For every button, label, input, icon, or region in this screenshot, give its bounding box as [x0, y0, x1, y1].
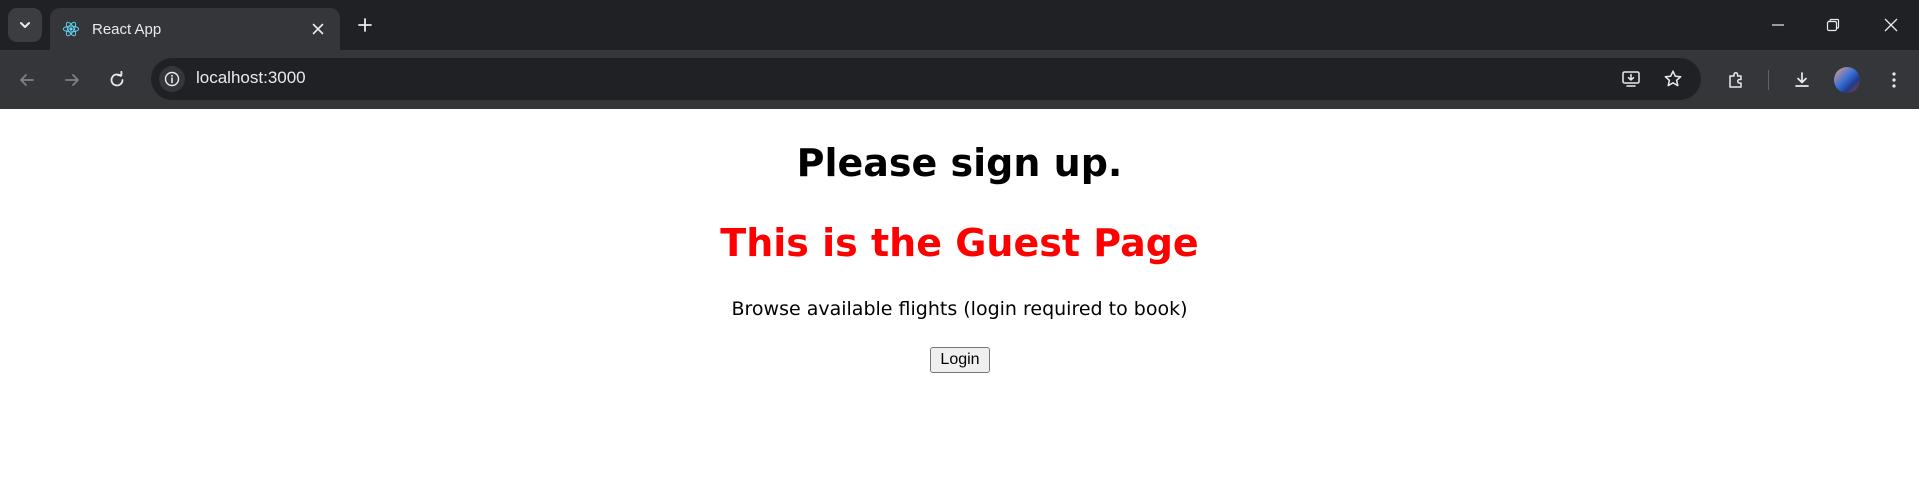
toolbar-divider: [1768, 70, 1769, 90]
signup-heading: Please sign up.: [796, 141, 1123, 185]
plus-icon: [358, 18, 372, 32]
minimize-icon: [1772, 24, 1784, 26]
back-button[interactable]: [11, 64, 43, 96]
page-content: Please sign up. This is the Guest Page B…: [0, 109, 1919, 490]
forward-button[interactable]: [56, 64, 88, 96]
tab-strip: React App: [0, 0, 1919, 50]
site-info-button[interactable]: [159, 66, 185, 92]
avatar[interactable]: [1834, 67, 1860, 93]
browser-toolbar: localhost:3000: [0, 50, 1919, 109]
close-window-button[interactable]: [1871, 8, 1911, 42]
install-app-button[interactable]: [1616, 64, 1646, 94]
react-icon: [62, 20, 80, 38]
install-icon: [1622, 71, 1640, 87]
minimize-button[interactable]: [1758, 8, 1798, 42]
browser-tab[interactable]: React App: [50, 8, 340, 50]
tab-close-button[interactable]: [306, 17, 330, 41]
new-tab-button[interactable]: [352, 12, 378, 38]
close-icon: [1884, 18, 1898, 32]
arrow-right-icon: [65, 74, 79, 86]
arrow-left-icon: [20, 74, 34, 86]
restore-icon: [1826, 18, 1840, 32]
kebab-menu-icon: [1892, 72, 1896, 88]
browse-flights-text: Browse available flights (login required…: [731, 298, 1188, 320]
bookmark-button[interactable]: [1658, 64, 1688, 94]
reload-icon: [110, 71, 124, 87]
puzzle-icon: [1729, 71, 1742, 88]
info-icon: [164, 71, 180, 87]
tab-search-button[interactable]: [8, 8, 42, 42]
login-button[interactable]: Login: [930, 347, 990, 373]
close-icon: [312, 23, 324, 35]
url-text[interactable]: localhost:3000: [196, 68, 306, 88]
guest-page-heading: This is the Guest Page: [720, 221, 1199, 265]
browser-chrome: React App localhost:3000: [0, 0, 1919, 109]
star-icon: [1664, 70, 1682, 87]
tab-title: React App: [92, 20, 162, 38]
download-icon: [1795, 72, 1809, 87]
extensions-button[interactable]: [1720, 64, 1752, 96]
chevron-down-icon: [20, 22, 30, 28]
browser-menu-button[interactable]: [1878, 64, 1910, 96]
reload-button[interactable]: [101, 64, 133, 96]
downloads-button[interactable]: [1786, 64, 1818, 96]
restore-button[interactable]: [1813, 8, 1853, 42]
address-bar[interactable]: localhost:3000: [151, 58, 1701, 100]
